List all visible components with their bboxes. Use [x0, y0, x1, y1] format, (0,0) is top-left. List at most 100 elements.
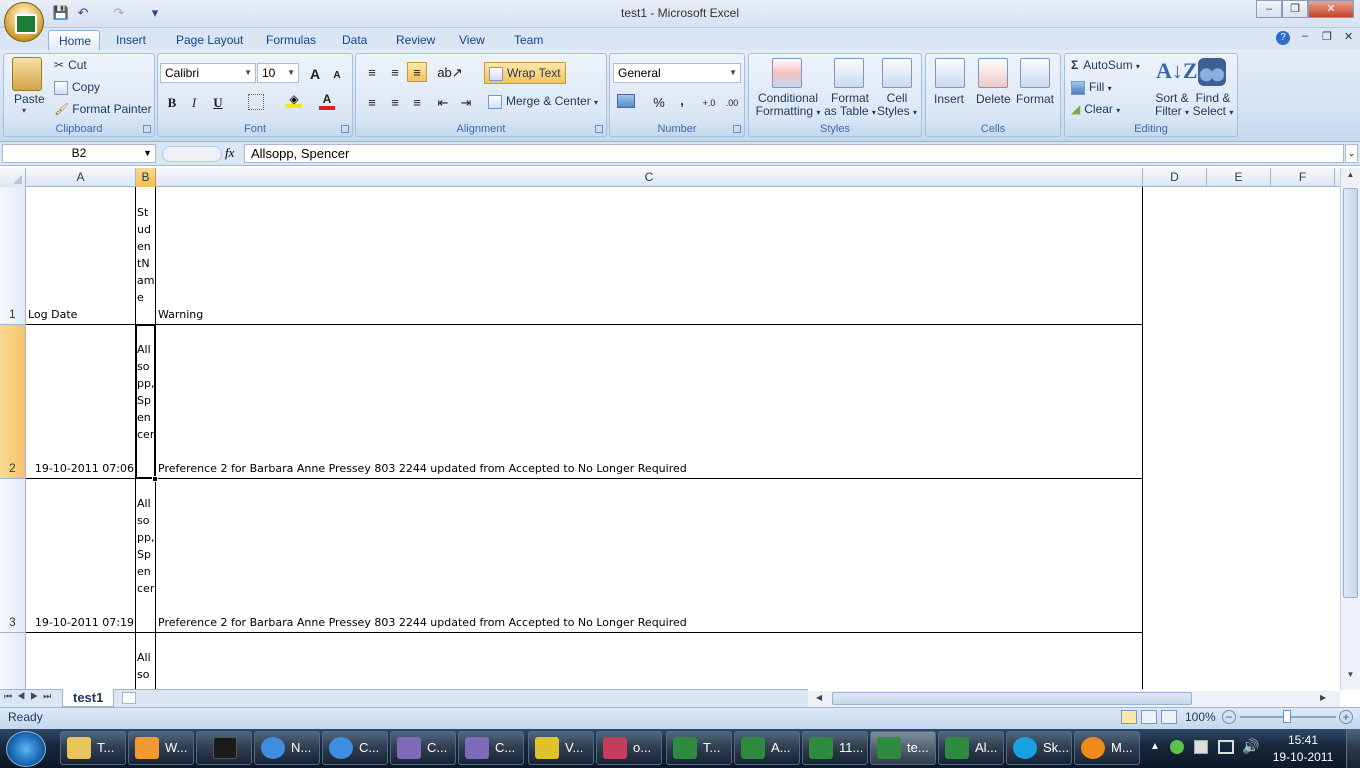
workbook-restore-icon[interactable]: ❐: [1322, 30, 1332, 43]
start-button[interactable]: [6, 731, 46, 767]
name-box[interactable]: B2 ▼: [2, 144, 156, 163]
bold-button[interactable]: B: [162, 92, 182, 112]
zoom-level[interactable]: 100%: [1185, 710, 1216, 724]
increase-decimal-button[interactable]: +.0: [698, 92, 720, 112]
binoculars-icon[interactable]: [1198, 58, 1226, 86]
taskbar-item-ie1[interactable]: N...: [254, 731, 320, 765]
tab-page-layout[interactable]: Page Layout: [166, 30, 253, 50]
zoom-in-icon[interactable]: +: [1339, 710, 1353, 724]
tab-team[interactable]: Team: [504, 30, 553, 50]
alignment-launcher-icon[interactable]: [595, 125, 603, 133]
format-cells-icon[interactable]: [1020, 58, 1050, 88]
horizontal-scroll-thumb[interactable]: [832, 692, 1192, 705]
decrease-decimal-button[interactable]: .00: [721, 92, 743, 112]
row-header-4[interactable]: [0, 633, 26, 689]
tab-data[interactable]: Data: [332, 30, 377, 50]
align-left-icon[interactable]: ≡: [362, 92, 382, 112]
insert-sheet-icon[interactable]: [122, 692, 136, 704]
row-header-1[interactable]: 1: [0, 187, 26, 325]
workbook-close-icon[interactable]: ✕: [1344, 30, 1353, 43]
cell-c2[interactable]: Preference 2 for Barbara Anne Pressey 80…: [158, 462, 687, 475]
italic-button[interactable]: I: [184, 92, 204, 112]
scroll-right-icon[interactable]: ▶: [1320, 693, 1326, 702]
page-break-view-icon[interactable]: [1161, 710, 1177, 724]
cell-c3[interactable]: Preference 2 for Barbara Anne Pressey 80…: [158, 616, 687, 629]
number-format-combo[interactable]: General ▼: [613, 63, 741, 83]
underline-button[interactable]: U: [208, 92, 228, 112]
paste-dropdown-icon[interactable]: ▾: [22, 106, 26, 115]
formula-input[interactable]: Allsopp, Spencer: [244, 144, 1344, 163]
taskbar-item-ie2[interactable]: C...: [322, 731, 388, 765]
comma-button[interactable]: ,: [672, 90, 692, 110]
sheet-nav-icons[interactable]: ⏮◀▶⏭: [4, 691, 56, 702]
cell-styles-button[interactable]: Cell Styles ▾: [876, 92, 918, 119]
vertical-scrollbar[interactable]: ▲ ▼: [1340, 168, 1360, 690]
network-icon[interactable]: [1218, 740, 1234, 754]
paste-button[interactable]: Paste: [14, 92, 45, 106]
column-header-a[interactable]: A: [26, 168, 136, 187]
taskbar-item-media[interactable]: W...: [128, 731, 194, 765]
column-header-d[interactable]: D: [1143, 168, 1207, 187]
taskbar-item-vs1[interactable]: C...: [390, 731, 456, 765]
taskbar-item-o[interactable]: o...: [596, 731, 662, 765]
tray-app-icon[interactable]: [1170, 740, 1184, 754]
font-name-combo[interactable]: Calibri ▼: [160, 63, 256, 83]
align-center-icon[interactable]: ≡: [385, 92, 405, 112]
taskbar-item-excel1[interactable]: T...: [666, 731, 732, 765]
cell-styles-icon[interactable]: [882, 58, 912, 88]
percent-button[interactable]: %: [649, 92, 669, 112]
borders-icon[interactable]: [248, 94, 264, 110]
fill-button[interactable]: Fill ▾: [1071, 80, 1112, 95]
insert-cells-icon[interactable]: [935, 58, 965, 88]
sort-filter-button[interactable]: Sort & Filter ▾: [1152, 92, 1192, 119]
tab-view[interactable]: View: [449, 30, 495, 50]
zoom-slider-thumb[interactable]: [1283, 710, 1291, 723]
align-middle-icon[interactable]: ≡: [385, 62, 405, 82]
tab-home[interactable]: Home: [48, 30, 100, 50]
cell-b4[interactable]: Allso: [137, 649, 155, 689]
grow-font-button[interactable]: A: [305, 63, 325, 83]
font-color-icon[interactable]: A: [319, 92, 335, 110]
format-as-table-button[interactable]: Format as Table ▾: [824, 92, 876, 119]
orientation-icon[interactable]: ab↗: [436, 62, 464, 82]
cell-b2[interactable]: Allsopp, Spencer: [137, 341, 155, 444]
taskbar-item-excel3[interactable]: 11...: [802, 731, 868, 765]
tab-insert[interactable]: Insert: [106, 30, 156, 50]
currency-icon[interactable]: [617, 94, 635, 108]
fill-handle[interactable]: [152, 476, 158, 482]
row-header-2[interactable]: 2: [0, 325, 26, 479]
column-header-c[interactable]: C: [156, 168, 1143, 187]
action-center-icon[interactable]: [1194, 740, 1208, 754]
number-launcher-icon[interactable]: [733, 125, 741, 133]
cell-a3[interactable]: 19-10-2011 07:19: [28, 616, 134, 629]
horizontal-scrollbar[interactable]: ◀ ▶: [808, 691, 1340, 707]
decrease-indent-icon[interactable]: ⇤: [433, 92, 453, 112]
scroll-down-icon[interactable]: ▼: [1343, 670, 1358, 685]
show-hidden-icons-icon[interactable]: ▲: [1150, 741, 1160, 752]
format-painter-button[interactable]: 🖌 Format Painter: [54, 102, 152, 116]
format-cells-button[interactable]: Format: [1016, 92, 1054, 106]
autosum-button[interactable]: Σ AutoSum ▾: [1071, 58, 1140, 72]
wrap-text-button[interactable]: Wrap Text: [484, 62, 566, 84]
taskbar-item-excel2[interactable]: A...: [734, 731, 800, 765]
fill-color-icon[interactable]: ◈: [286, 92, 302, 108]
normal-view-icon[interactable]: [1121, 710, 1137, 724]
cell-c1[interactable]: Warning: [158, 308, 203, 321]
minimize-button[interactable]: –: [1256, 0, 1282, 18]
taskbar-item-app[interactable]: [196, 731, 252, 765]
taskbar-item-v[interactable]: V...: [528, 731, 594, 765]
format-as-table-icon[interactable]: [834, 58, 864, 88]
font-size-combo[interactable]: 10 ▼: [257, 63, 299, 83]
align-top-icon[interactable]: ≡: [362, 62, 382, 82]
paste-icon[interactable]: [12, 57, 42, 91]
copy-button[interactable]: Copy: [54, 80, 100, 95]
column-header-f[interactable]: F: [1271, 168, 1335, 187]
cut-button[interactable]: ✂ Cut: [54, 58, 87, 72]
conditional-formatting-icon[interactable]: [772, 58, 802, 88]
zoom-out-icon[interactable]: −: [1222, 710, 1236, 724]
insert-function-button[interactable]: fx: [225, 145, 234, 161]
taskbar-item-skype[interactable]: Sk...: [1006, 731, 1072, 765]
close-button[interactable]: ✕: [1308, 0, 1354, 18]
font-launcher-icon[interactable]: [341, 125, 349, 133]
office-button[interactable]: [4, 2, 44, 42]
